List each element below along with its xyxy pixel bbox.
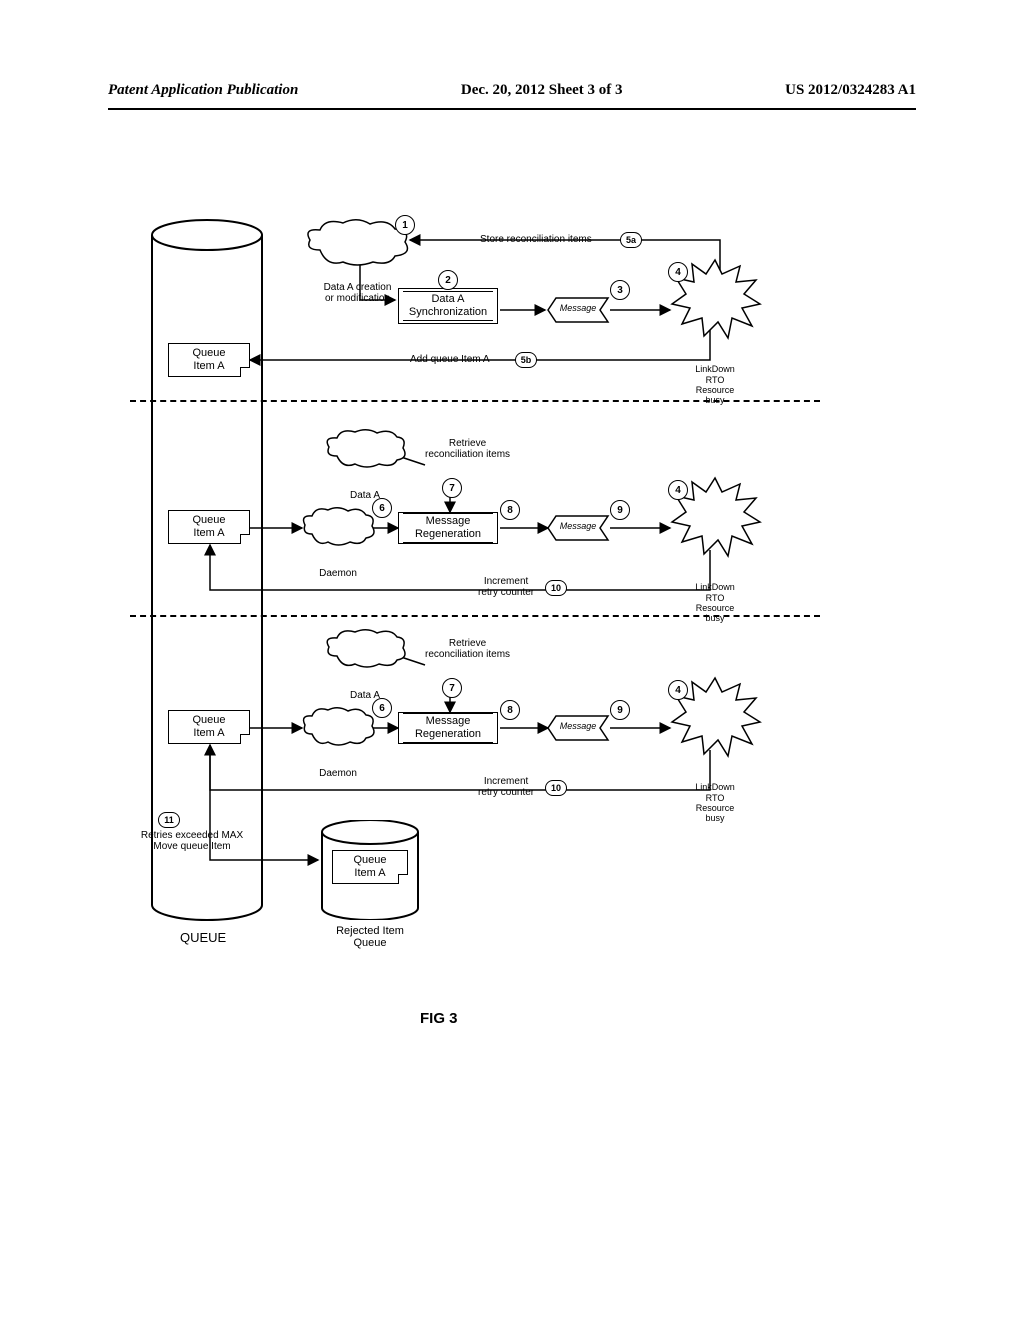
num-11: 11 bbox=[158, 812, 180, 828]
num-4b: 4 bbox=[668, 480, 688, 500]
label-store-items: Store reconciliation items bbox=[480, 234, 592, 245]
num-9b: 9 bbox=[610, 700, 630, 720]
rej-item-l1: Queue bbox=[333, 854, 407, 867]
num-10b: 10 bbox=[545, 780, 567, 796]
star3-l1: LinkDown bbox=[695, 782, 735, 792]
queue-item-a-1: Queue Item A bbox=[168, 343, 250, 377]
msg-text-1: Message bbox=[548, 303, 608, 313]
queue-label: QUEUE bbox=[180, 930, 226, 945]
num-6a: 6 bbox=[372, 498, 392, 518]
num-5a: 5a bbox=[620, 232, 642, 248]
num-10a: 10 bbox=[545, 580, 567, 596]
num-6b: 6 bbox=[372, 698, 392, 718]
num-9a: 9 bbox=[610, 500, 630, 520]
cloud-daemon-2: Daemon bbox=[302, 508, 374, 548]
cloud-data-a-2: Data A bbox=[325, 430, 405, 470]
page-header: Patent Application Publication Dec. 20, … bbox=[108, 82, 916, 99]
header-mid: Dec. 20, 2012 Sheet 3 of 3 bbox=[461, 82, 623, 99]
message-banner-2: Message bbox=[548, 516, 608, 540]
num-7a: 7 bbox=[442, 478, 462, 498]
regen2-l1: Message bbox=[426, 515, 471, 527]
msg-text-3: Message bbox=[548, 721, 608, 731]
qitem1-l1: Queue bbox=[169, 347, 249, 360]
label-add-queue: Add queue Item A bbox=[410, 354, 490, 365]
queue-item-a-3: Queue Item A bbox=[168, 710, 250, 744]
star1-l3: Resource bbox=[696, 385, 735, 395]
qitem3-l2: Item A bbox=[169, 727, 249, 740]
label-retrieve-2: Retrievereconciliation items bbox=[425, 438, 510, 460]
num-2: 2 bbox=[438, 270, 458, 290]
divider-2 bbox=[130, 615, 820, 617]
cloud-daemon-3: Daemon bbox=[302, 708, 374, 748]
rej-item-l2: Item A bbox=[333, 867, 407, 880]
star1-l1: LinkDown bbox=[695, 364, 735, 374]
rejected-queue-item: Queue Item A bbox=[332, 850, 408, 884]
queue-item-a-2: Queue Item A bbox=[168, 510, 250, 544]
proc-sync-l2: Synchronization bbox=[409, 306, 487, 318]
star2-l2: RTO bbox=[706, 593, 725, 603]
num-3: 3 bbox=[610, 280, 630, 300]
label-retrieve-3: Retrievereconciliation items bbox=[425, 638, 510, 660]
qitem1-l2: Item A bbox=[169, 360, 249, 373]
figure-label: FIG 3 bbox=[420, 1010, 458, 1027]
proc-msg-regen-3: Message Regeneration bbox=[398, 712, 498, 744]
star2-l3: Resource bbox=[696, 603, 735, 613]
label-inc-retry-2: Incrementretry counter bbox=[478, 576, 534, 598]
qitem2-l1: Queue bbox=[169, 514, 249, 527]
num-4a: 4 bbox=[668, 262, 688, 282]
cloud-data-a-3: Data A bbox=[325, 630, 405, 670]
cloud-daemon-2-text: Daemon bbox=[319, 568, 357, 579]
divider-1 bbox=[130, 400, 820, 402]
label-retries-max: Retries exceeded MAXMove queue Item bbox=[122, 830, 262, 852]
proc-sync-l1: Data A bbox=[431, 293, 464, 305]
cloud-daemon-3-text: Daemon bbox=[319, 768, 357, 779]
star3-l3: Resource bbox=[696, 803, 735, 813]
message-banner-1: Message bbox=[548, 298, 608, 322]
regen2-l2: Regeneration bbox=[415, 528, 481, 540]
rejected-queue-label: Rejected ItemQueue bbox=[320, 925, 420, 949]
msg-text-2: Message bbox=[548, 521, 608, 531]
num-8a: 8 bbox=[500, 500, 520, 520]
proc-msg-regen-2: Message Regeneration bbox=[398, 512, 498, 544]
cloud-data-a-creation-l1: Data A creation bbox=[324, 282, 392, 293]
star3-l2: RTO bbox=[706, 793, 725, 803]
qitem3-l1: Queue bbox=[169, 714, 249, 727]
proc-data-a-sync: Data A Synchronization bbox=[398, 288, 498, 324]
header-right: US 2012/0324283 A1 bbox=[785, 82, 916, 99]
num-8b: 8 bbox=[500, 700, 520, 720]
num-7b: 7 bbox=[442, 678, 462, 698]
star3-l4: busy bbox=[705, 813, 724, 823]
regen3-l2: Regeneration bbox=[415, 728, 481, 740]
regen3-l1: Message bbox=[426, 715, 471, 727]
qitem2-l2: Item A bbox=[169, 527, 249, 540]
header-rule bbox=[108, 108, 916, 110]
figure-3-diagram: QUEUE bbox=[150, 220, 800, 990]
message-banner-3: Message bbox=[548, 716, 608, 740]
star2-l1: LinkDown bbox=[695, 582, 735, 592]
num-1: 1 bbox=[395, 215, 415, 235]
num-5b: 5b bbox=[515, 352, 537, 368]
rejected-queue-cylinder: Queue Item A bbox=[320, 820, 420, 920]
header-left: Patent Application Publication bbox=[108, 82, 298, 99]
num-4c: 4 bbox=[668, 680, 688, 700]
cloud-data-a-creation-l2: or modification bbox=[325, 293, 390, 304]
label-inc-retry-3: Incrementretry counter bbox=[478, 776, 534, 798]
star1-l2: RTO bbox=[706, 375, 725, 385]
